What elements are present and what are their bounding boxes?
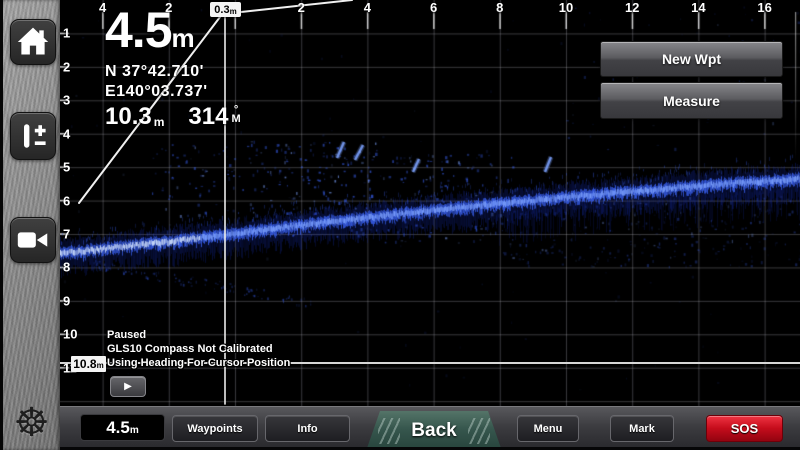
chartplotter-screen: ☸ 42246810121416 1234567891011 0.3m 4.5m…: [0, 0, 800, 450]
ruler-tick-label: 8: [496, 0, 503, 15]
depth-tick-label: 5: [63, 160, 70, 175]
ship-wheel-icon: ☸: [3, 402, 60, 444]
cursor-depth-value: 4.5: [105, 2, 172, 58]
cursor-depth-unit: m: [172, 23, 195, 53]
mark-button[interactable]: Mark: [610, 415, 674, 442]
cursor-longitude: E140°03.737': [105, 82, 241, 102]
cursor-distance-tag: 0.3m: [210, 2, 241, 17]
menu-button[interactable]: Menu: [517, 415, 579, 442]
video-button[interactable]: [10, 217, 56, 263]
gain-adjust-icon: [15, 118, 51, 154]
depth-tick-label: 9: [63, 293, 70, 308]
bearing-unit: °M: [231, 106, 240, 124]
depth-tick-label: 3: [63, 93, 70, 108]
info-button[interactable]: Info: [265, 415, 350, 442]
ruler-tick-label: 16: [757, 0, 771, 15]
magnetic-ref: M: [231, 115, 240, 124]
range-value: 10.3: [105, 103, 152, 131]
status-message: Paused: [107, 328, 290, 342]
cursor-distance-unit: m: [230, 7, 237, 16]
bottom-depth-value: 10.8: [73, 357, 96, 371]
waypoints-button[interactable]: Waypoints: [172, 415, 258, 442]
ruler-tick-label: 10: [559, 0, 573, 15]
video-camera-icon: [14, 225, 52, 255]
back-button[interactable]: Back: [366, 411, 502, 450]
play-button[interactable]: ▶: [110, 376, 146, 397]
ruler-tick-label: 14: [691, 0, 705, 15]
depth-tick-label: 7: [63, 227, 70, 242]
adjust-gain-button[interactable]: [10, 112, 56, 160]
depth-tick-label: 1: [63, 26, 70, 41]
back-button-stripes-left: [378, 418, 400, 444]
measure-button[interactable]: Measure: [600, 82, 783, 119]
sos-button[interactable]: SOS: [706, 415, 783, 442]
sonar-view: 42246810121416 1234567891011 0.3m 4.5m N…: [60, 0, 800, 406]
ruler-tick-label: 4: [364, 0, 371, 15]
ruler-tick-label: 2: [298, 0, 305, 15]
depth-tick-label: 8: [63, 260, 70, 275]
bottom-depth-unit: m: [97, 361, 104, 370]
depth-chip[interactable]: 4.5m: [80, 414, 165, 441]
depth-chip-unit: m: [130, 425, 139, 436]
depth-tick-label: 4: [63, 126, 70, 141]
back-button-stripes-right: [468, 418, 490, 444]
sonar-readout: 4.5m N 37°42.710' E140°03.737' 10.3m 314…: [105, 6, 241, 131]
depth-tick-label: 6: [63, 193, 70, 208]
new-wpt-button[interactable]: New Wpt: [600, 41, 783, 77]
status-message: Using Heading For Cursor Position: [107, 356, 290, 370]
range-unit: m: [154, 115, 165, 129]
range-bearing-readout: 10.3m 314 °M: [105, 103, 241, 131]
home-button[interactable]: [10, 19, 56, 65]
ruler-tick-label: 12: [625, 0, 639, 15]
depth-tick-label: 2: [63, 59, 70, 74]
home-icon: [15, 25, 51, 59]
bottom-toolbar: 4.5m Waypoints Info Back Menu Mark SOS: [60, 406, 800, 450]
cursor-distance-value: 0.3: [214, 4, 229, 16]
status-messages: PausedGLS10 Compass Not CalibratedUsing …: [107, 328, 290, 370]
depth-tick-label: 10: [63, 327, 77, 342]
play-icon: ▶: [124, 382, 132, 392]
cursor-latitude: N 37°42.710': [105, 62, 241, 82]
status-message: GLS10 Compass Not Calibrated: [107, 342, 290, 356]
depth-chip-value: 4.5: [106, 418, 130, 438]
bottom-depth-tag: 10.8m: [71, 356, 106, 372]
bearing-value: 314: [188, 103, 228, 131]
back-button-label: Back: [411, 420, 456, 441]
ruler-tick-label: 6: [430, 0, 437, 15]
sidebar: ☸: [0, 0, 60, 450]
